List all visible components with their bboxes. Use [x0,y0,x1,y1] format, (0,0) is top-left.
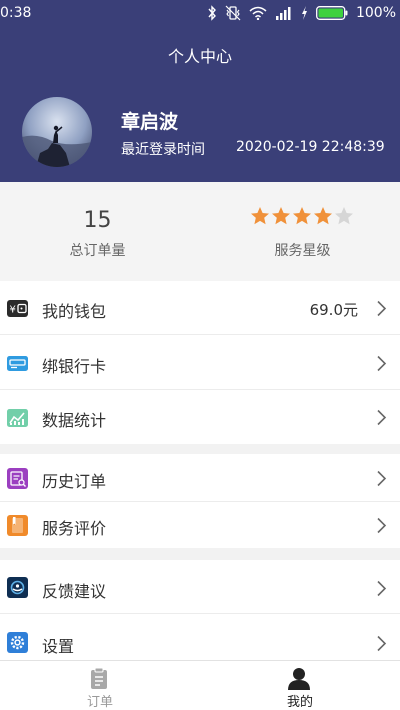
menu-label-bank-card: 绑银行卡 [42,357,107,376]
page-title: 个人中心 [167,47,232,66]
order-count-label: 总订单量 [69,243,126,259]
menu-group-orders: 历史订单 服务评价 [0,454,400,548]
star-empty-icon [335,207,353,225]
menu-item-order-history[interactable]: 历史订单 [0,454,400,502]
menu-group-finance: ¥ 我的钱包 69.0元 绑银行卡 数据统计 [0,281,400,444]
menu-label-wallet: 我的钱包 [42,302,107,321]
menu-item-settings[interactable]: 设置 [0,615,400,660]
chevron-right-icon [377,580,387,597]
star-filled-icon [293,207,311,225]
chevron-right-icon [377,517,387,534]
bottom-tab-bar: 订单 我的 [0,660,400,710]
clipboard-icon [91,667,107,689]
vibrate-icon [225,5,241,21]
bank-card-icon [7,356,28,371]
menu-label-order-history: 历史订单 [42,472,107,491]
status-icons: 100% [207,4,396,22]
tab-label-mine: 我的 [286,695,313,710]
star-filled-icon [251,207,269,225]
menu-item-statistics[interactable]: 数据统计 [0,390,400,444]
menu-item-wallet[interactable]: ¥ 我的钱包 69.0元 [0,281,400,335]
profile-header: 0:38 100% 个人中心 章启波 最近登录时间 2020-02-19 22:… [0,0,400,182]
chart-icon [7,409,28,427]
svg-text:¥: ¥ [10,305,16,316]
status-bar: 0:38 100% [0,0,400,26]
user-name: 章启波 [121,111,179,133]
charging-icon [301,6,307,20]
status-time: 0:38 [0,5,32,21]
history-order-icon [7,468,28,489]
menu-group-system: 反馈建议 设置 [0,560,400,660]
battery-icon [316,6,348,20]
wallet-balance: 69.0元 [309,301,358,319]
chevron-right-icon [377,470,387,487]
settings-icon [7,632,28,653]
signal-icon [275,7,291,20]
wifi-icon [249,6,267,20]
chevron-right-icon [377,355,387,372]
menu-item-feedback[interactable]: 反馈建议 [0,560,400,614]
menu-item-bank-card[interactable]: 绑银行卡 [0,336,400,390]
menu-label-statistics: 数据统计 [42,411,107,430]
star-filled-icon [314,207,332,225]
review-icon [7,515,28,536]
tab-orders[interactable]: 订单 [0,661,200,710]
last-login-time: 2020-02-19 22:48:39 [236,139,385,155]
order-count: 15 [83,208,112,233]
chevron-right-icon [377,635,387,652]
star-filled-icon [272,207,290,225]
chevron-right-icon [377,300,387,317]
service-rating [250,206,354,228]
battery-percent: 100% [355,5,396,21]
last-login-label: 最近登录时间 [121,142,205,158]
tab-label-orders: 订单 [86,695,113,710]
bluetooth-icon [208,5,216,21]
tab-mine[interactable]: 我的 [200,661,400,710]
feedback-icon [7,577,28,598]
menu-item-service-review[interactable]: 服务评价 [0,502,400,548]
user-icon [288,668,310,690]
service-rating-label: 服务星级 [274,243,331,259]
menu-label-feedback: 反馈建议 [42,582,107,601]
wallet-icon: ¥ [7,300,28,317]
chevron-right-icon [377,409,387,426]
avatar[interactable] [22,97,92,167]
menu-label-settings: 设置 [42,637,75,656]
menu-label-service-review: 服务评价 [42,519,107,538]
